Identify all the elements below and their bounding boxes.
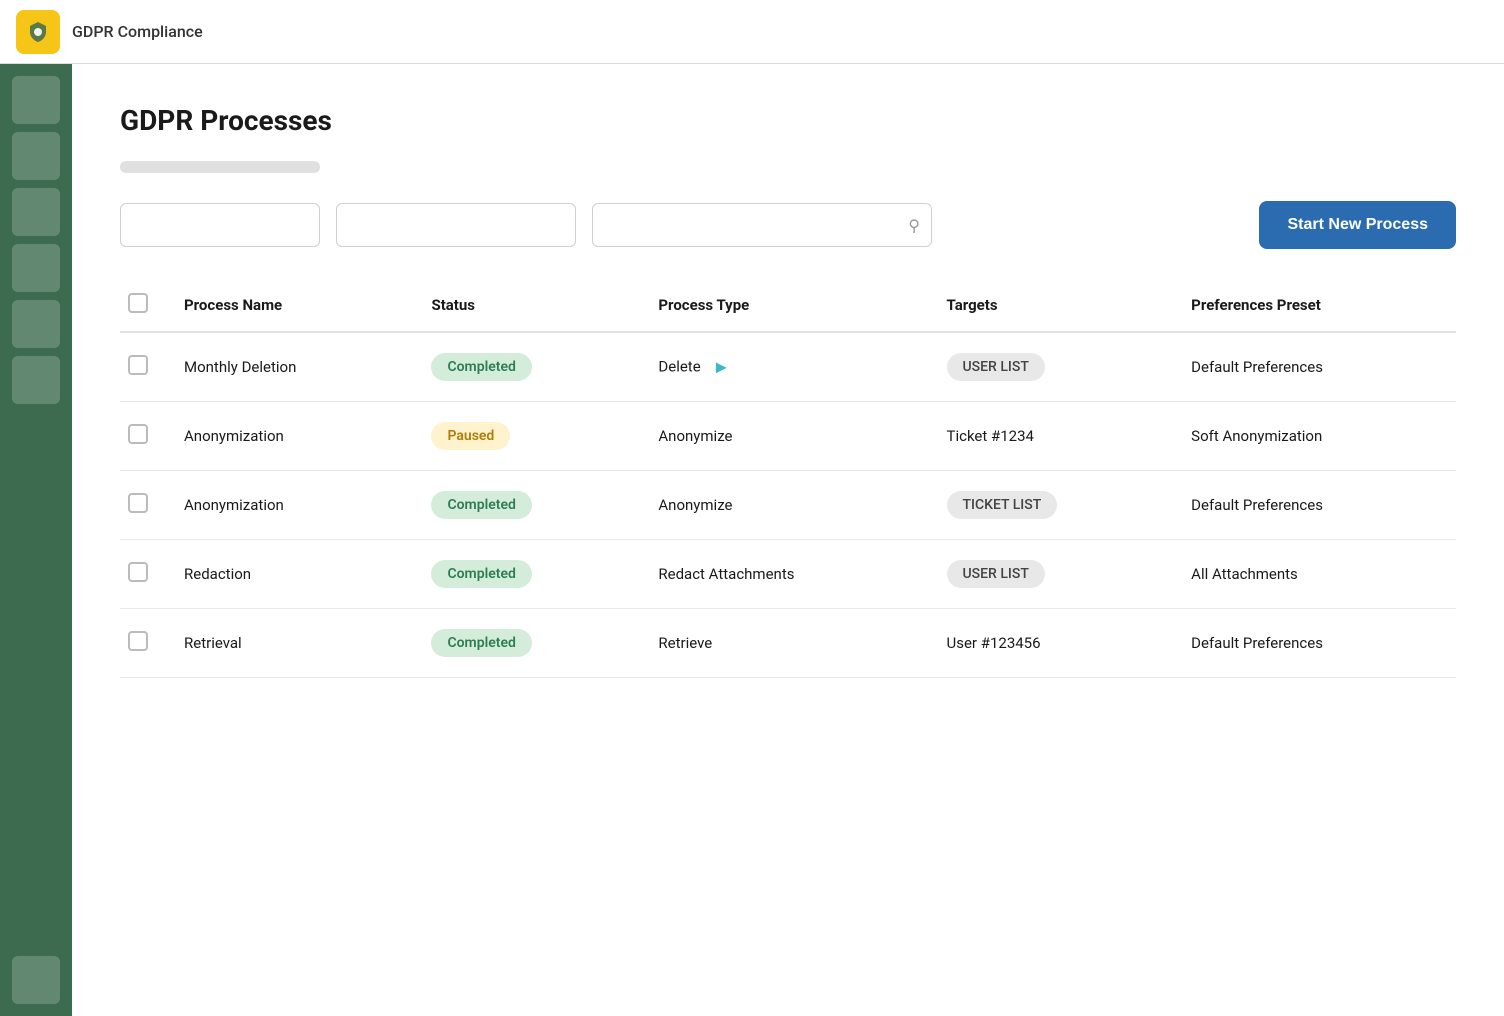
row-checkbox-2[interactable] (128, 493, 148, 513)
sidebar-item-4[interactable] (12, 244, 60, 292)
app-title: GDPR Compliance (72, 22, 203, 41)
process-name-cell: Anonymization (168, 402, 415, 471)
table-row: Anonymization Paused AnonymizeTicket #1234… (120, 402, 1456, 471)
status-cell: Completed (415, 540, 642, 609)
sidebar-item-5[interactable] (12, 300, 60, 348)
sidebar (0, 64, 72, 1016)
target-cell: USER LIST (931, 332, 1176, 402)
play-icon[interactable]: ► (712, 357, 730, 378)
start-new-process-button[interactable]: Start New Process (1259, 201, 1456, 249)
target-badge: TICKET LIST (947, 491, 1058, 519)
process-type-cell: Retrieve (642, 609, 930, 678)
process-type-cell: Delete ► (642, 332, 930, 402)
status-cell: Paused (415, 402, 642, 471)
page-title: GDPR Processes (120, 104, 1456, 137)
content-area: GDPR Processes ⚲ Start New Process Proce… (72, 64, 1504, 1016)
row-checkbox-3[interactable] (128, 562, 148, 582)
target-badge: USER LIST (947, 353, 1045, 381)
col-status: Status (415, 281, 642, 332)
target-cell: Ticket #1234 (931, 402, 1176, 471)
filter-input-1[interactable] (120, 203, 320, 247)
table-row: Anonymization Completed Anonymize TICKET LI… (120, 471, 1456, 540)
status-badge: Completed (431, 629, 531, 657)
process-name-cell: Retrieval (168, 609, 415, 678)
col-process-name: Process Name (168, 281, 415, 332)
filters-row: ⚲ Start New Process (120, 201, 1456, 249)
filter-input-2[interactable] (336, 203, 576, 247)
preferences-cell: Default Preferences (1175, 332, 1456, 402)
sidebar-item-2[interactable] (12, 132, 60, 180)
col-preferences: Preferences Preset (1175, 281, 1456, 332)
process-type-cell: Redact Attachments (642, 540, 930, 609)
process-name-cell: Anonymization (168, 471, 415, 540)
process-type-cell: Anonymize (642, 471, 930, 540)
target-cell: USER LIST (931, 540, 1176, 609)
status-badge: Completed (431, 491, 531, 519)
row-checkbox-1[interactable] (128, 424, 148, 444)
row-checkbox-4[interactable] (128, 631, 148, 651)
sidebar-item-6[interactable] (12, 356, 60, 404)
row-checkbox-0[interactable] (128, 355, 148, 375)
status-cell: Completed (415, 471, 642, 540)
status-badge: Paused (431, 422, 510, 450)
search-input[interactable] (592, 203, 932, 247)
topbar: GDPR Compliance (0, 0, 1504, 64)
target-cell: TICKET LIST (931, 471, 1176, 540)
target-badge: USER LIST (947, 560, 1045, 588)
col-targets: Targets (931, 281, 1176, 332)
search-icon: ⚲ (908, 216, 920, 235)
search-wrapper: ⚲ (592, 203, 932, 247)
select-all-checkbox[interactable] (128, 293, 148, 313)
status-cell: Completed (415, 609, 642, 678)
status-badge: Completed (431, 353, 531, 381)
app-icon (16, 10, 60, 54)
preferences-cell: Default Preferences (1175, 471, 1456, 540)
main-layout: GDPR Processes ⚲ Start New Process Proce… (0, 64, 1504, 1016)
status-badge: Completed (431, 560, 531, 588)
target-cell: User #123456 (931, 609, 1176, 678)
table-row: Redaction Completed Redact Attachments USER… (120, 540, 1456, 609)
process-name-cell: Monthly Deletion (168, 332, 415, 402)
status-cell: Completed (415, 332, 642, 402)
process-type-cell: Anonymize (642, 402, 930, 471)
sidebar-item-3[interactable] (12, 188, 60, 236)
preferences-cell: Soft Anonymization (1175, 402, 1456, 471)
table-row: Retrieval Completed RetrieveUser #123456De… (120, 609, 1456, 678)
preferences-cell: All Attachments (1175, 540, 1456, 609)
sidebar-item-7[interactable] (12, 956, 60, 1004)
loading-bar (120, 161, 320, 173)
sidebar-item-1[interactable] (12, 76, 60, 124)
processes-table: Process Name Status Process Type Targets… (120, 281, 1456, 678)
col-process-type: Process Type (642, 281, 930, 332)
process-name-cell: Redaction (168, 540, 415, 609)
table-row: Monthly Deletion Completed Delete ► USER LI… (120, 332, 1456, 402)
preferences-cell: Default Preferences (1175, 609, 1456, 678)
